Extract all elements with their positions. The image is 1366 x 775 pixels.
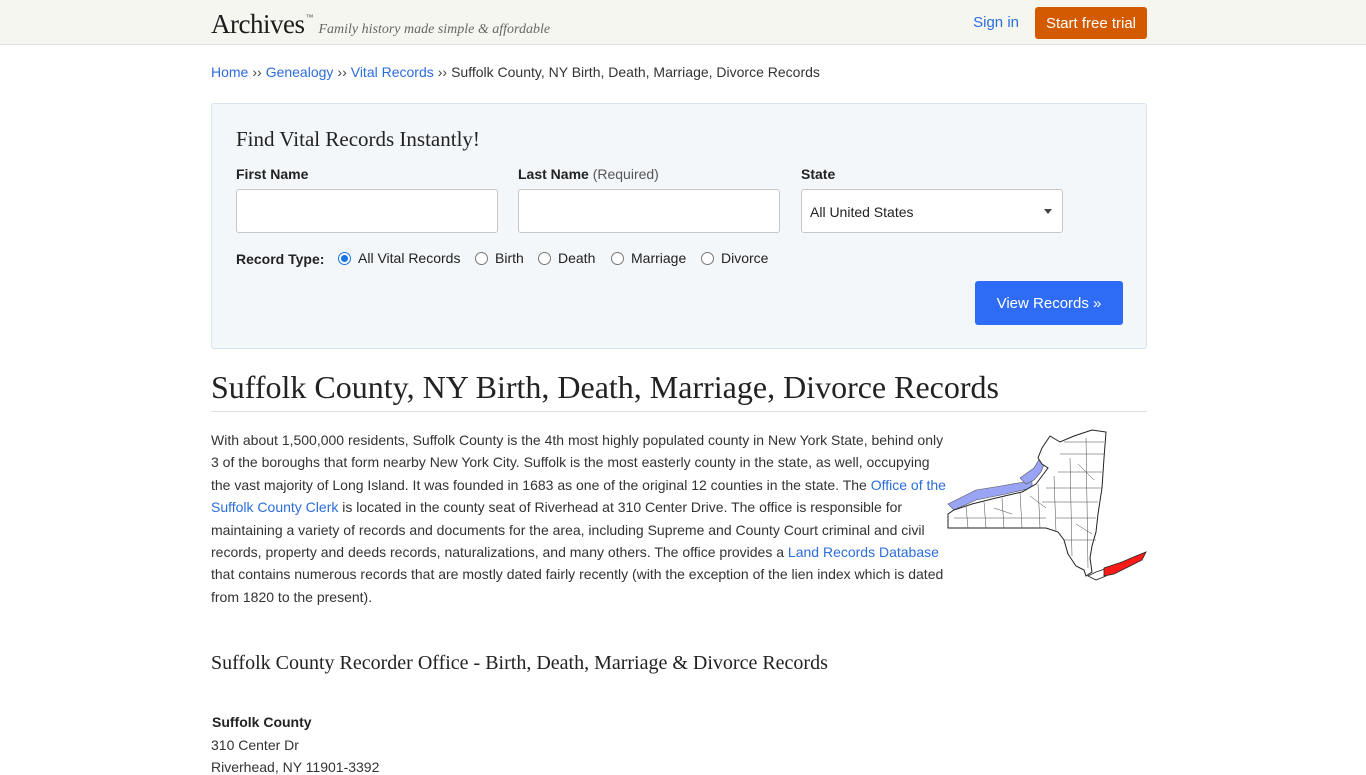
intro-text: With about 1,500,000 residents, Suffolk … [211, 432, 944, 493]
state-label: State [801, 166, 836, 182]
breadcrumb-separator: ›› [252, 64, 262, 80]
breadcrumb-separator: ›› [437, 64, 448, 80]
breadcrumb-home[interactable]: Home [211, 64, 248, 80]
intro-text: that contains numerous records that are … [211, 566, 944, 605]
radio-icon[interactable] [475, 251, 488, 265]
new-york-county-map [947, 429, 1147, 581]
chevron-down-icon [1044, 209, 1052, 214]
view-records-button[interactable]: View Records » [975, 281, 1123, 325]
radio-icon[interactable] [701, 251, 714, 265]
suffolk-county-highlight [1103, 551, 1147, 577]
radio-label: Death [558, 250, 596, 266]
breadcrumb-vital-records[interactable]: Vital Records [351, 64, 434, 80]
radio-label: Marriage [631, 250, 687, 266]
radio-icon[interactable] [611, 251, 624, 265]
office-address-line1: 310 Center Dr [211, 737, 299, 753]
top-bar: Archives ™ Family history made simple & … [0, 0, 1366, 45]
last-name-input[interactable] [518, 189, 780, 233]
state-select-value: All United States [810, 204, 914, 220]
breadcrumb-genealogy[interactable]: Genealogy [266, 64, 334, 80]
site-logo[interactable]: Archives ™ Family history made simple & … [211, 9, 550, 40]
breadcrumb-current: Suffolk County, NY Birth, Death, Marriag… [451, 64, 820, 80]
radio-icon[interactable] [538, 251, 551, 265]
last-name-required-note: (Required) [592, 166, 659, 182]
first-name-label: First Name [236, 166, 309, 182]
radio-marriage[interactable]: Marriage [611, 250, 686, 266]
site-tagline: Family history made simple & affordable [318, 22, 551, 37]
search-panel-title: Find Vital Records Instantly! [236, 127, 480, 151]
radio-label: Divorce [721, 250, 769, 266]
radio-all-vital-records[interactable]: All Vital Records [338, 250, 460, 266]
page-title: Suffolk County, NY Birth, Death, Marriag… [211, 369, 999, 405]
breadcrumb-separator: ›› [337, 64, 347, 80]
breadcrumb: Home ›› Genealogy ›› Vital Records ›› Suffolk … [211, 64, 820, 80]
start-free-trial-button[interactable]: Start free trial [1035, 7, 1147, 39]
radio-birth[interactable]: Birth [475, 250, 524, 266]
radio-label: All Vital Records [358, 250, 461, 266]
intro-paragraph: With about 1,500,000 residents, Suffolk … [211, 429, 948, 608]
logo-trademark: ™ [305, 13, 314, 22]
office-address-line2: Riverhead, NY 11901-3392 [211, 759, 380, 775]
state-select[interactable]: All United States [801, 189, 1063, 233]
last-name-label: Last Name (Required) [518, 166, 659, 182]
recorder-office-section-title: Suffolk County Recorder Office - Birth, … [211, 652, 828, 674]
record-type-label: Record Type: [236, 251, 325, 267]
radio-death[interactable]: Death [538, 250, 595, 266]
last-name-label-text: Last Name [518, 166, 589, 182]
search-panel: Find Vital Records Instantly! First Name… [211, 103, 1147, 349]
office-name: Suffolk County [212, 714, 312, 730]
land-records-database-link[interactable]: Land Records Database [788, 544, 939, 560]
radio-selected-icon[interactable] [338, 251, 351, 265]
radio-divorce[interactable]: Divorce [701, 250, 768, 266]
radio-label: Birth [495, 250, 524, 266]
sign-in-link[interactable]: Sign in [973, 14, 1019, 31]
logo-text: Archives [211, 9, 305, 39]
first-name-input[interactable] [236, 189, 498, 233]
title-divider [211, 411, 1147, 412]
state-outline [947, 429, 1107, 577]
